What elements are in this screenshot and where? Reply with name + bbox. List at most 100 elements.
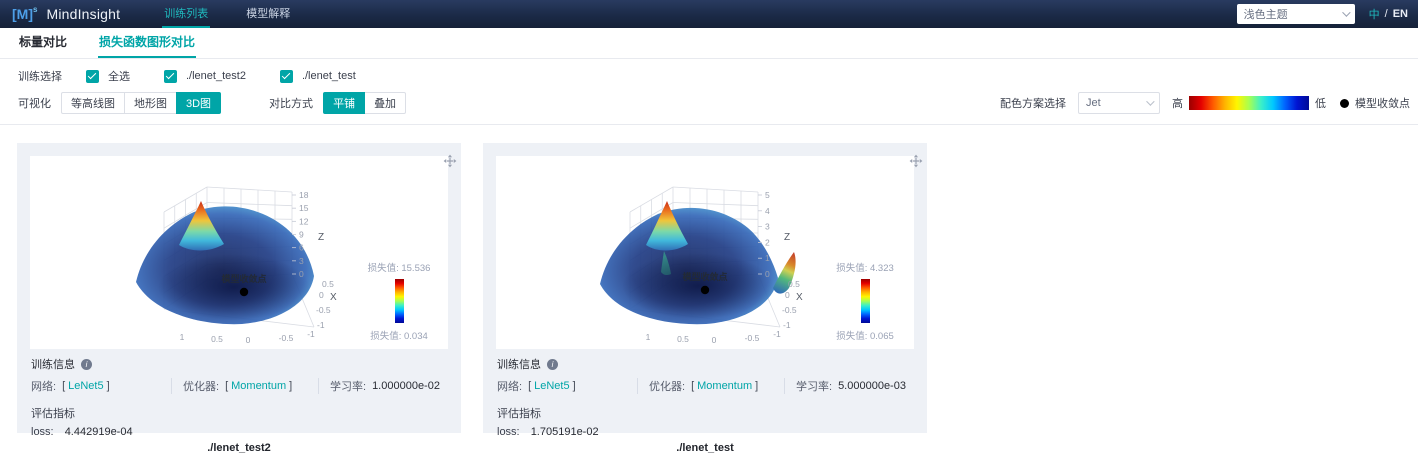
contour-map-button[interactable]: 等高线图 <box>61 92 125 114</box>
checkbox-checked-icon[interactable] <box>164 70 177 83</box>
convergence-legend-label: 模型收敛点 <box>1355 95 1410 111</box>
logo-brackets: [M] <box>12 6 33 22</box>
svg-text:0: 0 <box>246 335 251 345</box>
svg-text:-1: -1 <box>317 320 325 330</box>
training-info: 训练信息 i 网络: [LeNet5] 优化器: [Momentum] <box>497 356 914 438</box>
checkbox-lenet-test[interactable]: ./lenet_test <box>280 70 356 83</box>
chart-column-lenet-test: 543210 10.50-0.5-1 0.50-0.5-1 Z X 模型收敛点 … <box>483 143 927 454</box>
chart-card: 543210 10.50-0.5-1 0.50-0.5-1 Z X 模型收敛点 … <box>483 143 927 433</box>
lang-zh[interactable]: 中 <box>1369 6 1380 22</box>
svg-text:0: 0 <box>765 269 770 279</box>
optimizer-value: Momentum <box>694 380 755 392</box>
optimizer-value: Momentum <box>228 380 289 392</box>
3d-map-button[interactable]: 3D图 <box>176 92 221 114</box>
svg-text:0: 0 <box>785 290 790 300</box>
checkbox-checked-icon[interactable] <box>280 70 293 83</box>
loss-value: 4.442919e-04 <box>65 426 133 438</box>
chevron-down-icon <box>1146 97 1154 105</box>
checkbox-checked-icon[interactable] <box>86 70 99 83</box>
optimizer-field: 优化器: [Momentum] <box>171 378 318 394</box>
theme-select-value: 浅色主题 <box>1244 6 1288 22</box>
svg-text:2: 2 <box>765 237 770 247</box>
tab-loss-function-comparison[interactable]: 损失函数图形对比 <box>98 28 196 58</box>
colorbar-gradient <box>861 279 870 323</box>
checkbox-label: 全选 <box>108 68 130 84</box>
svg-text:-1: -1 <box>773 329 781 339</box>
network-value: LeNet5 <box>65 380 106 392</box>
chart-card: 1815129630 10.50-0.5-1 0.50-0.5-1 Z X 模型… <box>17 143 461 433</box>
checkbox-lenet-test2[interactable]: ./lenet_test2 <box>164 70 246 83</box>
z-axis-label: Z <box>784 232 790 243</box>
svg-text:0.5: 0.5 <box>677 334 689 344</box>
depth-ticks: 0.50-0.5-1 <box>316 279 334 330</box>
colorbar: 损失值: 15.536 损失值: 0.034 <box>356 260 442 342</box>
mindinsight-page: [M]s MindInsight 训练列表 模型解释 浅色主题 中 / EN 标… <box>0 0 1418 459</box>
app-logo[interactable]: [M]s <box>12 6 37 22</box>
network-field: 网络: [LeNet5] <box>497 378 637 394</box>
surface-plot-panel[interactable]: 543210 10.50-0.5-1 0.50-0.5-1 Z X 模型收敛点 … <box>496 156 914 349</box>
basin-shadow <box>158 254 310 320</box>
info-icon[interactable]: i <box>547 359 558 370</box>
colormap-label: 配色方案选择 <box>1000 95 1066 111</box>
svg-text:-0.5: -0.5 <box>279 333 294 343</box>
colormap-cluster: 配色方案选择 Jet 高 低 模型收敛点 <box>1000 92 1412 114</box>
svg-text:1: 1 <box>765 253 770 263</box>
svg-text:0.5: 0.5 <box>788 279 800 289</box>
learning-rate-value: 1.000000e-02 <box>372 380 440 392</box>
x-axis-label: X <box>330 292 337 303</box>
svg-text:18: 18 <box>299 190 309 200</box>
nav-item-model-explanation[interactable]: 模型解释 <box>244 0 292 28</box>
lang-en[interactable]: EN <box>1393 8 1408 20</box>
train-select-label: 训练选择 <box>18 68 62 84</box>
network-field: 网络: [LeNet5] <box>31 378 171 394</box>
colorbar-gradient <box>395 279 404 323</box>
svg-text:1: 1 <box>646 332 651 342</box>
info-icon[interactable]: i <box>81 359 92 370</box>
convergence-point-label: 模型收敛点 <box>682 271 727 282</box>
x-ticks: 10.50-0.5-1 <box>646 329 781 345</box>
convergence-dot-icon <box>1340 99 1349 108</box>
svg-text:4: 4 <box>765 206 770 216</box>
colorbar-max: 损失值: 4.323 <box>836 260 894 274</box>
svg-text:0.5: 0.5 <box>211 334 223 344</box>
header-nav: 训练列表 模型解释 <box>162 0 326 28</box>
svg-text:12: 12 <box>299 216 309 226</box>
surface-plot-panel[interactable]: 1815129630 10.50-0.5-1 0.50-0.5-1 Z X 模型… <box>30 156 448 349</box>
overlay-button[interactable]: 叠加 <box>364 92 406 114</box>
convergence-point-label: 模型收敛点 <box>221 273 266 284</box>
compare-mode-label: 对比方式 <box>269 95 313 111</box>
checkbox-label: ./lenet_test <box>302 70 356 82</box>
basin-shadow <box>622 253 774 319</box>
colorbar-min: 损失值: 0.065 <box>836 328 894 342</box>
move-icon[interactable] <box>909 154 923 168</box>
move-icon[interactable] <box>443 154 457 168</box>
learning-rate-field: 学习率: 5.000000e-03 <box>784 378 914 394</box>
svg-text:3: 3 <box>299 256 304 266</box>
train-select-row: 训练选择 全选 ./lenet_test2 ./lenet_test <box>18 68 1412 84</box>
x-ticks: 10.50-0.5-1 <box>180 329 315 345</box>
svg-text:3: 3 <box>765 222 770 232</box>
x-axis-label: X <box>796 292 803 303</box>
nav-item-train-list[interactable]: 训练列表 <box>162 0 210 28</box>
metrics-title: 评估指标 <box>31 405 448 421</box>
visualization-row: 可视化 等高线图 地形图 3D图 对比方式 平铺 叠加 配色方案选择 Jet 高… <box>18 92 1412 114</box>
topographic-map-button[interactable]: 地形图 <box>124 92 177 114</box>
svg-text:0.5: 0.5 <box>322 279 334 289</box>
theme-select[interactable]: 浅色主题 <box>1237 4 1355 24</box>
optimizer-field: 优化器: [Momentum] <box>637 378 784 394</box>
compare-mode-button-group: 平铺 叠加 <box>323 92 406 114</box>
svg-text:-0.5: -0.5 <box>782 305 797 315</box>
controls-section: 训练选择 全选 ./lenet_test2 ./lenet_test 可视化 等… <box>0 59 1418 114</box>
checkbox-label: ./lenet_test2 <box>186 70 246 82</box>
high-label: 高 <box>1172 95 1183 111</box>
visualization-label: 可视化 <box>18 95 51 111</box>
metrics-title: 评估指标 <box>497 405 914 421</box>
colormap-select[interactable]: Jet <box>1078 92 1160 114</box>
chart-column-lenet-test2: 1815129630 10.50-0.5-1 0.50-0.5-1 Z X 模型… <box>17 143 461 454</box>
colorbar: 损失值: 4.323 损失值: 0.065 <box>822 260 908 342</box>
tile-button[interactable]: 平铺 <box>323 92 365 114</box>
app-name: MindInsight <box>46 6 120 22</box>
checkbox-select-all[interactable]: 全选 <box>86 68 130 84</box>
tab-scalar-comparison[interactable]: 标量对比 <box>18 28 68 58</box>
svg-text:9: 9 <box>299 230 304 240</box>
